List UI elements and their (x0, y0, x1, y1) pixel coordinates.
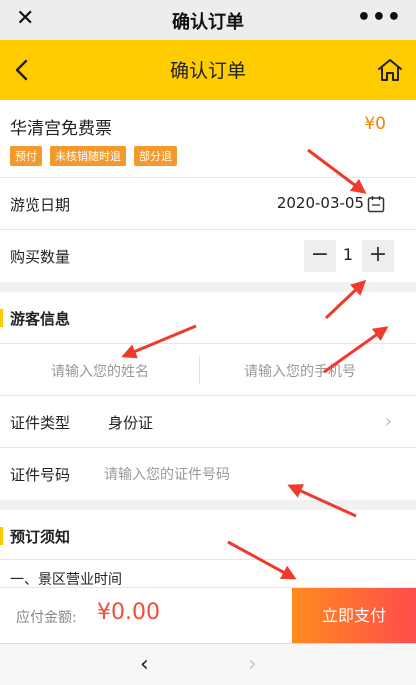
wechat-title-bar: ✕ 确认订单 ••• (0, 0, 416, 40)
quantity-row: 购买数量 − 1 + (0, 230, 416, 282)
visitor-info-header: 游客信息 (0, 292, 416, 344)
id-number-row: 证件号码 请输入您的证件号码 (0, 448, 416, 500)
payment-bar: 应付金额: ¥0.00 立即支付 (0, 587, 416, 644)
more-icon[interactable]: ••• (357, 5, 402, 30)
wechat-title: 确认订单 (172, 12, 244, 33)
id-type-value[interactable]: 身份证 (108, 412, 153, 433)
section-gap (0, 282, 416, 292)
pay-now-button[interactable]: 立即支付 (292, 588, 416, 644)
forward-nav-icon[interactable]: › (248, 652, 257, 677)
decrease-button[interactable]: − (304, 240, 336, 272)
product-card: 华清宫免费票 ¥0 预付 未核销随时退 部分退 (0, 100, 416, 178)
page-title: 确认订单 (169, 60, 246, 82)
tag-partial-refund: 部分退 (134, 146, 177, 166)
booking-notice-title: 预订须知 (10, 528, 71, 546)
id-type-label: 证件类型 (10, 414, 71, 432)
home-icon[interactable] (376, 56, 404, 84)
amount-label: 应付金额: (16, 610, 77, 626)
name-phone-row: 请输入您的姓名 请输入您的手机号 (0, 344, 416, 396)
increase-button[interactable]: + (362, 240, 394, 272)
section-accent-bar (0, 309, 3, 327)
id-number-input[interactable]: 请输入您的证件号码 (104, 464, 230, 484)
quantity-label: 购买数量 (10, 248, 71, 266)
booking-notice-header: 预订须知 (0, 510, 416, 560)
back-nav-icon[interactable]: ‹ (140, 652, 149, 677)
id-number-label: 证件号码 (10, 466, 71, 484)
quantity-value: 1 (342, 245, 354, 264)
product-name: 华清宫免费票 (10, 119, 112, 139)
notice-item-text: 一、景区营业时间 (10, 572, 122, 588)
visit-date-row[interactable]: 游览日期 2020-03-05 (0, 178, 416, 230)
product-price: ¥0 (364, 114, 386, 134)
name-input[interactable]: 请输入您的姓名 (0, 361, 200, 381)
app-header: 确认订单 (0, 40, 416, 100)
section-gap (0, 500, 416, 510)
id-type-row[interactable]: 证件类型 身份证 › (0, 396, 416, 448)
visit-date-value[interactable]: 2020-03-05 (277, 194, 364, 212)
browser-nav-bar: ‹ › (0, 643, 416, 685)
chevron-right-icon: › (384, 411, 392, 432)
calendar-icon[interactable] (366, 194, 386, 214)
tag-refund-anytime: 未核销随时退 (50, 146, 126, 166)
notice-item: 一、景区营业时间 (0, 560, 416, 588)
visitor-info-title: 游客信息 (10, 310, 71, 328)
visit-date-label: 游览日期 (10, 196, 71, 214)
amount-value: ¥0.00 (97, 600, 160, 625)
product-tags: 预付 未核销随时退 部分退 (10, 146, 177, 166)
phone-input[interactable]: 请输入您的手机号 (200, 361, 400, 381)
section-accent-bar (0, 527, 3, 545)
tag-prepaid: 预付 (10, 146, 42, 166)
